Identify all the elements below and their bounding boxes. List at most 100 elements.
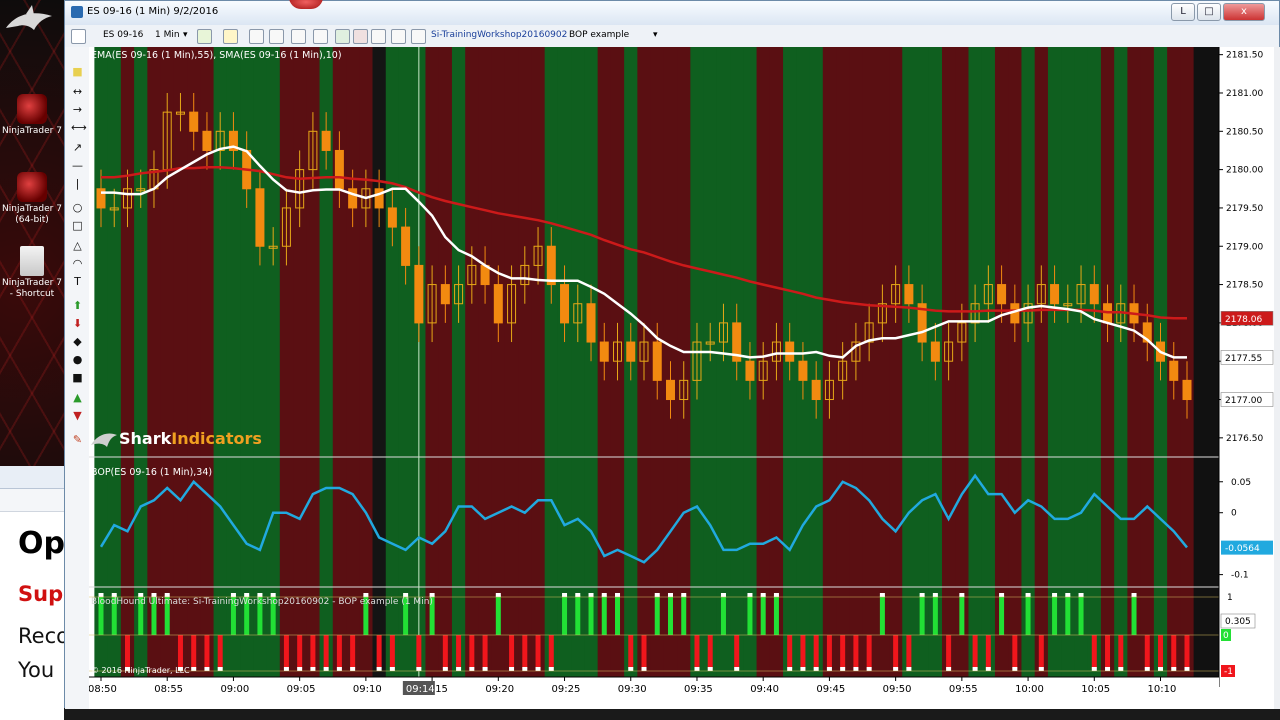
horizontal-line-icon[interactable]: —	[71, 159, 84, 172]
chart-window[interactable]: ES 09-16 (1 Min) 9/2/2016 L □ x ES 09-16…	[64, 0, 1280, 709]
signal-dot	[972, 667, 978, 671]
signal-dot	[310, 667, 316, 671]
arrow-icon[interactable]: ↗	[71, 141, 84, 154]
template-tab[interactable]: Si-TrainingWorkshop20160902	[431, 28, 567, 43]
crosshair-time-label: 09:14	[406, 684, 435, 695]
copyright-label: © 2016 NinjaTrader, LLC	[91, 666, 190, 675]
signal-dot	[919, 593, 925, 597]
signal-bar	[1025, 595, 1031, 635]
ellipse-icon[interactable]: ○	[71, 201, 84, 214]
signal-bar	[628, 635, 634, 669]
chart-properties-icon[interactable]	[71, 29, 86, 44]
signal-dot	[575, 593, 581, 597]
drawing-tools-bar: ■ ↔ → ⟷ ↗ — | ○ □ △ ◠ T ⬆ ⬇ ◆ ● ■ ▲ ▼ ✎	[65, 47, 90, 709]
candle-body	[652, 341, 662, 381]
signal-dot	[1078, 593, 1084, 597]
signal-dot	[1158, 667, 1164, 671]
triangle-icon[interactable]: △	[71, 239, 84, 252]
price-tick-label: 2180.50	[1226, 127, 1263, 137]
remove-drawings-icon[interactable]: ✎	[71, 433, 84, 446]
instrument-selector[interactable]: ES 09-16	[103, 28, 143, 43]
text-icon[interactable]: T	[71, 275, 84, 288]
signal-dot	[1105, 667, 1111, 671]
candle-body	[255, 188, 265, 247]
magnifier-icon[interactable]	[313, 29, 328, 44]
price-tick-label: 2176.50	[1226, 434, 1263, 444]
candle-body	[560, 284, 570, 324]
window-titlebar[interactable]: ES 09-16 (1 Min) 9/2/2016 L □ x	[65, 0, 1279, 26]
regime-background-bar	[544, 47, 559, 677]
signal-dot	[1012, 667, 1018, 671]
desktop-icon-ninjatrader[interactable]: NinjaTrader 7	[0, 94, 64, 137]
extended-line-icon[interactable]: ⟷	[71, 121, 87, 134]
signal-bar	[681, 595, 687, 635]
minimize-button[interactable]: L	[1171, 3, 1195, 21]
time-tick-label: 09:40	[750, 684, 779, 695]
signal-dot	[456, 667, 462, 671]
signal-bar	[906, 635, 912, 669]
tab-dropdown-icon[interactable]: ▾	[653, 28, 658, 43]
candle-body	[334, 149, 344, 190]
chart-area[interactable]: 2181.50 2181.00 2180.50 2180.00 2179.50 2179.…	[89, 47, 1274, 709]
regime-background-bar	[134, 47, 148, 677]
background-document-window[interactable]: Op Sup Reco You	[0, 466, 69, 720]
vertical-scrollbar[interactable]	[1274, 47, 1280, 709]
signal-bar	[442, 635, 448, 669]
rectangle-icon[interactable]: □	[71, 219, 84, 232]
signal-bar	[535, 635, 541, 669]
signal-dot	[720, 593, 726, 597]
arrow-up-icon[interactable]: ⬆	[71, 299, 84, 312]
strategies-icon[interactable]	[353, 29, 368, 44]
regime-background-bar	[1114, 47, 1129, 677]
properties-icon[interactable]	[371, 29, 386, 44]
signal-dot	[747, 593, 753, 597]
maximize-button[interactable]: □	[1197, 3, 1221, 21]
candle-body	[665, 379, 675, 401]
regime-background-bar	[889, 47, 903, 677]
crosshair-icon[interactable]	[291, 29, 306, 44]
document-heading: Op	[18, 526, 65, 561]
draw-tool-icon[interactable]	[223, 29, 238, 44]
triangle-up-icon[interactable]: ▲	[71, 391, 84, 404]
signal-dot	[840, 667, 846, 671]
candle-body	[1089, 284, 1099, 305]
grid-icon[interactable]	[391, 29, 406, 44]
signal-bar	[310, 635, 316, 669]
triangle-down-icon[interactable]: ▼	[71, 409, 84, 422]
interval-dropdown-icon[interactable]: ▾	[183, 28, 188, 43]
regime-background-bar	[902, 47, 917, 677]
signal-bar	[959, 595, 965, 635]
signal-dot	[1131, 593, 1137, 597]
regime-background-bar	[504, 47, 519, 677]
future-space	[1193, 47, 1219, 677]
signal-bar	[747, 595, 753, 635]
signal-dot	[204, 667, 210, 671]
arc-icon[interactable]: ◠	[71, 257, 84, 270]
candle-body	[1050, 284, 1060, 305]
regime-background-bar	[571, 47, 586, 677]
interval-selector[interactable]: 1 Min	[155, 28, 180, 43]
signal-bar	[813, 635, 819, 669]
pencil-icon[interactable]	[249, 29, 264, 44]
strategy-tab[interactable]: BOP example	[569, 28, 629, 43]
desktop-icon-shortcut[interactable]: NinjaTrader 7 - Shortcut	[0, 246, 64, 300]
dot-icon[interactable]: ●	[71, 353, 84, 366]
signal-dot	[985, 667, 991, 671]
signal-dot	[509, 667, 515, 671]
arrow-line-icon[interactable]: ↔	[71, 85, 84, 98]
close-button[interactable]: x	[1223, 3, 1265, 21]
bar-type-icon[interactable]	[197, 29, 212, 44]
zoom-icon[interactable]	[269, 29, 284, 44]
ray-icon[interactable]: →	[71, 103, 84, 116]
data-box-icon[interactable]	[411, 29, 426, 44]
diamond-icon[interactable]: ◆	[71, 335, 84, 348]
arrow-down-icon[interactable]: ⬇	[71, 317, 84, 330]
regime-background-bar	[94, 47, 109, 677]
square-icon[interactable]: ■	[71, 371, 84, 384]
indicators-icon[interactable]	[335, 29, 350, 44]
vertical-line-icon[interactable]: |	[71, 177, 84, 190]
signal-bar	[932, 595, 938, 635]
document-text-line: Reco	[18, 624, 69, 648]
desktop-icon-ninjatrader-64[interactable]: NinjaTrader 7 (64-bit)	[0, 172, 64, 226]
rectangle-yellow-icon[interactable]: ■	[71, 65, 84, 78]
